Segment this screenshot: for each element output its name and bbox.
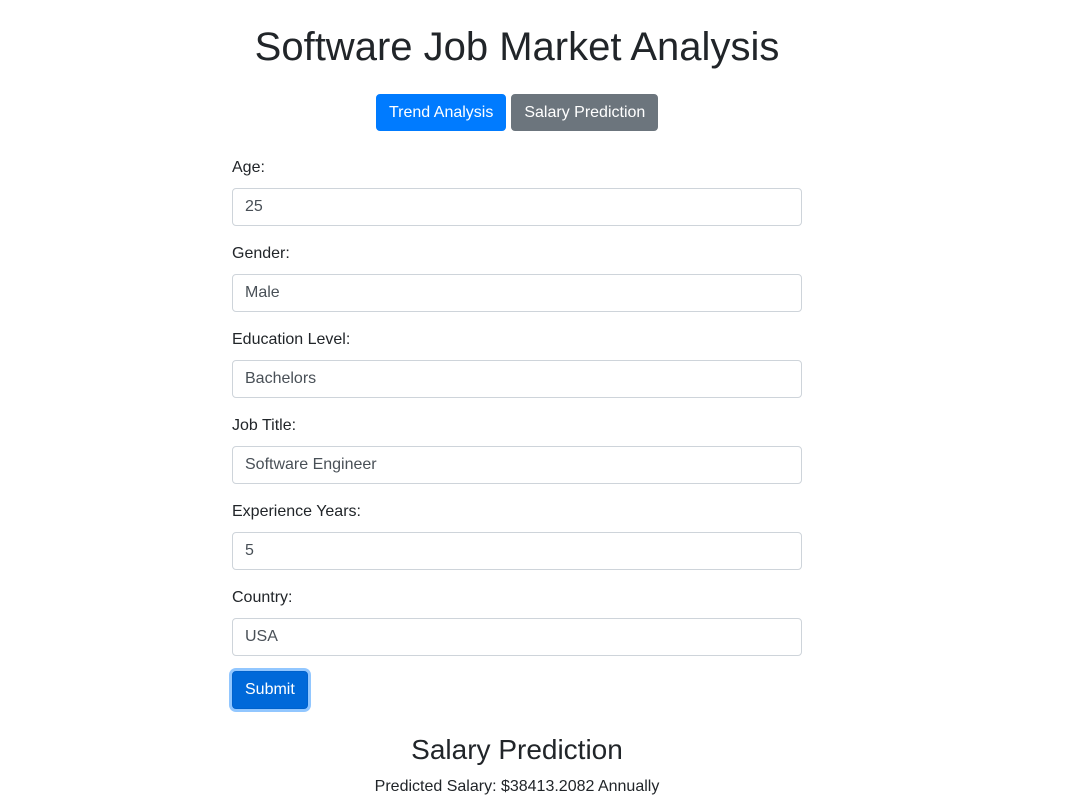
gender-label: Gender: bbox=[232, 245, 290, 262]
experience-field-group: Experience Years: bbox=[232, 500, 802, 586]
job-title-input[interactable] bbox=[232, 446, 802, 484]
trend-analysis-button[interactable]: Trend Analysis bbox=[376, 94, 507, 131]
age-field-group: Age: bbox=[232, 156, 802, 242]
country-label: Country: bbox=[232, 589, 293, 606]
predicted-salary-text: Predicted Salary: $38413.2082 Annually bbox=[374, 778, 660, 795]
education-input[interactable] bbox=[232, 360, 802, 398]
salary-prediction-button[interactable]: Salary Prediction bbox=[511, 94, 659, 131]
result-title: Salary Prediction bbox=[411, 734, 623, 765]
submit-button[interactable]: Submit bbox=[232, 671, 308, 709]
gender-field-group: Gender: bbox=[232, 242, 802, 328]
job-title-label: Job Title: bbox=[232, 417, 297, 434]
age-label: Age: bbox=[232, 159, 265, 176]
job-title-field-group: Job Title: bbox=[232, 414, 802, 500]
page: Software Job Market Analysis Trend Analy… bbox=[0, 0, 1070, 799]
education-field-group: Education Level: bbox=[232, 328, 802, 414]
page-title: Software Job Market Analysis bbox=[254, 25, 780, 69]
country-field-group: Country: bbox=[232, 586, 802, 672]
education-label: Education Level: bbox=[232, 331, 351, 348]
nav-buttons: Trend Analysis Salary Prediction bbox=[376, 94, 659, 131]
gender-input[interactable] bbox=[232, 274, 802, 312]
experience-input[interactable] bbox=[232, 532, 802, 570]
country-input[interactable] bbox=[232, 618, 802, 656]
salary-form: Age: Gender: Education Level: Job Title:… bbox=[232, 156, 802, 672]
experience-label: Experience Years: bbox=[232, 503, 361, 520]
age-input[interactable] bbox=[232, 188, 802, 226]
